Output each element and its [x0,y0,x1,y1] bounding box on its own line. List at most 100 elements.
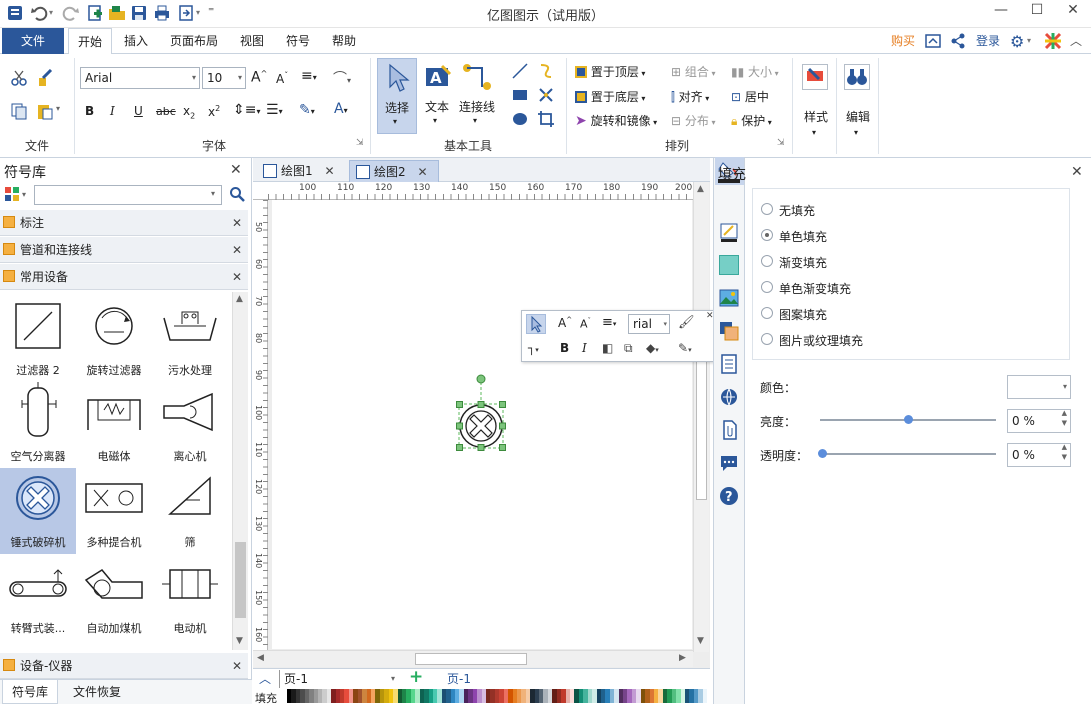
scroll-right-icon[interactable]: ▶ [679,653,686,663]
page-selector[interactable]: 页-1 ▾ [279,670,397,688]
mini-bold-icon[interactable]: B [560,341,569,355]
theme-icon[interactable] [1044,32,1062,50]
library-section-header[interactable]: 常用设备 ✕ [0,264,248,290]
settings-gear-icon[interactable]: ⚙ [1010,32,1024,51]
tab-symbol[interactable]: 符号 [280,28,316,54]
symbol-sewage-treatment[interactable]: 污水处理 [152,296,228,382]
copy-icon[interactable] [10,102,28,120]
tab-symbol-library[interactable]: 符号库 [2,680,58,704]
edit-button[interactable]: 编辑 ▾ [840,58,876,148]
select-tool-button[interactable]: 选择 ▾ [377,58,417,134]
mini-connector-icon[interactable]: ┐▾ [528,341,539,355]
size-button[interactable]: ▮▮ 大小 ▾ [731,63,779,80]
close-tab-icon[interactable]: ✕ [417,165,427,179]
rotate-mirror-button[interactable]: ➤ 旋转和镜像 ▾ [575,112,657,129]
grow-font-icon[interactable]: A^ [251,69,267,86]
symbol-electromagnet[interactable]: 电磁体 [76,382,152,468]
search-dropdown-icon[interactable]: ▾ [211,189,215,198]
format-painter-icon[interactable] [36,69,54,87]
selected-shape-hammer-crusher[interactable] [456,372,510,454]
transparency-slider[interactable] [818,449,996,458]
close-library-icon[interactable]: ✕ [230,162,242,178]
text-tool-button[interactable]: A 文本 ▾ [420,58,454,134]
search-icon[interactable] [229,186,245,202]
mini-send-back-icon[interactable]: ⧉ [624,341,633,356]
symbol-motor[interactable]: 电动机 [152,554,228,640]
mini-line-style-icon[interactable]: ✎▾ [678,341,692,355]
symbol-air-separator[interactable]: 空气分离器 [0,382,76,468]
strikethrough-icon[interactable]: abc [156,105,176,118]
brightness-input[interactable]: 0 % ▲ ▼ [1007,409,1071,433]
font-size-combo[interactable]: 10 ▾ [202,67,246,89]
mini-align-icon[interactable]: ≡▾ [602,315,616,330]
mini-format-painter-icon[interactable]: 🖌︎ [678,315,695,330]
transparency-input[interactable]: 0 % ▲ ▼ [1007,443,1071,467]
text-align-icon[interactable]: ≡▾ [301,68,317,84]
library-scrollbar[interactable]: ▲ ▼ [232,292,248,650]
line-spacing-icon[interactable]: ⇕≡▾ [233,102,260,118]
font-dialog-launcher-icon[interactable]: ⇲ [356,138,364,148]
library-section-header[interactable]: 设备-仪器 ✕ [0,653,248,679]
brightness-slider-thumb[interactable] [904,415,913,424]
bold-icon[interactable]: B [85,104,94,118]
ellipse-tool-icon[interactable] [511,110,529,128]
font-color-icon[interactable]: A▾ [334,101,348,117]
help-panel-icon[interactable]: ? [719,486,739,506]
page-format-panel-icon[interactable] [719,354,739,374]
minimize-button[interactable]: — [990,2,1012,22]
add-page-icon[interactable]: + [409,667,423,687]
color-picker[interactable]: ▾ [1007,375,1071,399]
font-name-combo[interactable]: Arial ▾ [80,67,200,89]
library-section-header[interactable]: 标注 ✕ [0,210,248,236]
tab-page-layout[interactable]: 页面布局 [164,28,224,54]
feedback-icon[interactable] [925,33,941,49]
distribute-button[interactable]: ⊟ 分布 ▾ [671,112,715,129]
scroll-down-icon[interactable]: ▼ [697,636,704,646]
doc-tab-2-active[interactable]: 绘图2 ✕ [349,160,439,182]
tab-help[interactable]: 帮助 [326,28,362,54]
login-link[interactable]: 登录 [972,28,1004,54]
bullet-list-icon[interactable]: ☰▾ [266,102,283,118]
rectangle-tool-icon[interactable] [511,86,529,104]
collapse-ribbon-icon[interactable]: ︿ [1070,32,1082,49]
mini-shrink-font-icon[interactable]: Aˇ [580,317,591,331]
tab-file-recovery[interactable]: 文件恢复 [62,680,132,704]
close-tab-icon[interactable]: ✕ [324,164,334,178]
doc-tab-1[interactable]: 绘图1 ✕ [257,160,347,182]
shrink-font-icon[interactable]: Aˇ [276,71,288,86]
scrollbar-thumb[interactable] [235,542,246,618]
mini-italic-icon[interactable]: I [582,341,587,355]
cross-point-tool-icon[interactable] [537,86,555,104]
arc-tool-icon[interactable] [537,62,555,80]
layer-panel-icon[interactable] [719,321,739,341]
library-view-dropdown-icon[interactable]: ▾ [22,190,26,199]
library-view-icon[interactable] [4,186,20,202]
text-direction-icon[interactable]: ⌒▾ [333,68,351,88]
comment-panel-icon[interactable] [719,453,739,473]
connector-tool-button[interactable]: 连接线 ▾ [456,58,498,134]
mini-select-icon[interactable] [526,314,546,334]
mini-font-combo[interactable]: rial ▾ [628,314,670,334]
cut-icon[interactable] [10,69,28,87]
symbol-filter-2[interactable]: 过滤器 2 [0,296,76,382]
tab-file[interactable]: 文件 [2,28,64,54]
line-panel-icon[interactable] [719,222,739,242]
symbol-hammer-crusher-selected[interactable]: 锤式破碎机 [0,468,76,554]
share-icon[interactable] [950,33,966,49]
symbol-centrifuge[interactable]: 离心机 [152,382,228,468]
subscript-icon[interactable]: x2 [183,104,195,120]
tab-insert[interactable]: 插入 [118,28,154,54]
line-tool-icon[interactable] [511,62,529,80]
mini-fill-color-icon[interactable]: ◆▾ [646,341,659,355]
text-highlight-icon[interactable]: ✎▾ [299,102,315,118]
symbol-screen[interactable]: 筛 [152,468,228,554]
brightness-slider[interactable] [820,415,996,424]
close-section-icon[interactable]: ✕ [232,264,242,290]
library-section-header[interactable]: 管道和连接线 ✕ [0,237,248,263]
close-fill-panel-icon[interactable]: ✕ [1071,164,1083,180]
canvas-vertical-scrollbar[interactable]: ▲ ▼ [693,182,709,652]
scroll-up-icon[interactable]: ▲ [697,184,704,194]
crop-tool-icon[interactable] [537,110,555,128]
italic-icon[interactable]: I [110,104,115,118]
page-tab[interactable]: 页-1 [447,670,471,687]
